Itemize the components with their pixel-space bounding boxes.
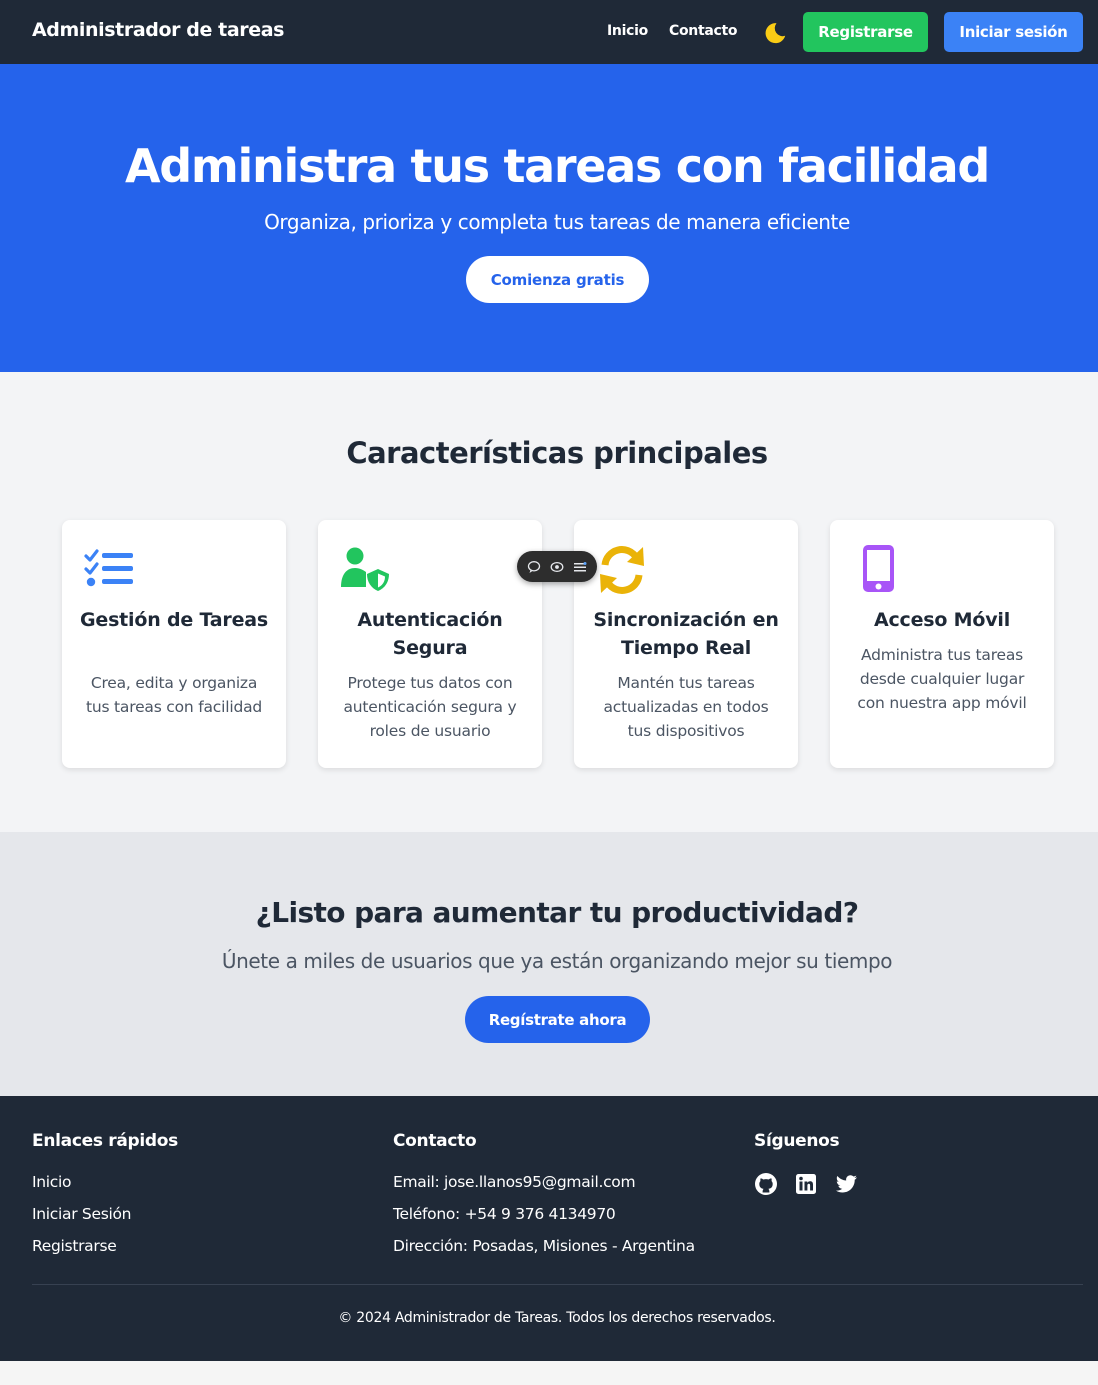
- feature-title: Acceso Móvil: [873, 609, 1011, 631]
- cta-title: ¿Listo para aumentar tu productividad?: [255, 896, 859, 929]
- cta-subtitle: Únete a miles de usuarios que ya están o…: [221, 949, 893, 973]
- task-list-icon: [84, 544, 136, 596]
- register-button[interactable]: Registrarse: [803, 12, 928, 52]
- footer-phone: Teléfono: +54 9 376 4134970: [393, 1205, 616, 1223]
- feature-card-sync: Sincronización en Tiempo Real Mantén tus…: [574, 520, 798, 768]
- register-now-button[interactable]: Regístrate ahora: [465, 996, 650, 1043]
- cta-section: ¿Listo para aumentar tu productividad? Ú…: [0, 832, 1098, 1096]
- mobile-icon: [852, 544, 904, 596]
- footer-contact-title: Contacto: [393, 1131, 477, 1151]
- footer-link-register[interactable]: Registrarse: [32, 1237, 117, 1255]
- feature-card-tasks: Gestión de Tareas Crea, edita y organiza…: [62, 520, 286, 768]
- feature-title: Sincronización en Tiempo Real: [593, 609, 779, 659]
- feature-title: Autenticación Segura: [357, 609, 503, 659]
- features-title: Características principales: [346, 436, 768, 470]
- twitter-icon[interactable]: [834, 1172, 858, 1196]
- start-free-button[interactable]: Comienza gratis: [466, 256, 649, 303]
- nav-link-inicio[interactable]: Inicio: [607, 23, 648, 39]
- features-section: Características principales Gestión de T…: [0, 372, 1098, 832]
- feature-title: Gestión de Tareas: [79, 609, 268, 631]
- github-icon[interactable]: [754, 1172, 778, 1196]
- brand-title[interactable]: Administrador de tareas: [32, 19, 284, 41]
- moon-icon[interactable]: [762, 20, 788, 46]
- footer-email: Email: jose.llanos95@gmail.com: [393, 1173, 636, 1191]
- feature-card-auth: Autenticación Segura Protege tus datos c…: [318, 520, 542, 768]
- hero-subtitle: Organiza, prioriza y completa tus tareas…: [264, 210, 850, 234]
- nav-link-contacto[interactable]: Contacto: [669, 23, 738, 39]
- feature-description: Mantén tus tareas actualizadas en todos …: [603, 674, 769, 740]
- list-icon[interactable]: [572, 559, 588, 575]
- navbar: Administrador de tareas Inicio Contacto …: [0, 0, 1098, 64]
- hero-title: Administra tus tareas con facilidad: [125, 139, 990, 193]
- floating-toolbar: [517, 551, 597, 582]
- sync-icon: [596, 544, 648, 596]
- view-icon[interactable]: [549, 559, 565, 575]
- feature-description: Administra tus tareas desde cualquier lu…: [857, 646, 1027, 712]
- feature-description: Protege tus datos con autenticación segu…: [343, 674, 517, 740]
- footer-link-login[interactable]: Iniciar Sesión: [32, 1205, 132, 1223]
- user-shield-icon: [340, 544, 392, 596]
- feature-card-mobile: Acceso Móvil Administra tus tareas desde…: [830, 520, 1054, 768]
- hero-section: Administra tus tareas con facilidad Orga…: [0, 64, 1098, 372]
- comment-icon[interactable]: [526, 559, 542, 575]
- footer-social-title: Síguenos: [754, 1131, 840, 1151]
- linkedin-icon[interactable]: [794, 1172, 818, 1196]
- footer-divider: [32, 1284, 1083, 1285]
- footer-link-inicio[interactable]: Inicio: [32, 1173, 72, 1191]
- footer-quick-links-title: Enlaces rápidos: [32, 1131, 178, 1151]
- copyright-text: © 2024 Administrador de Tareas. Todos lo…: [338, 1310, 776, 1326]
- footer-address: Dirección: Posadas, Misiones - Argentina: [393, 1237, 695, 1255]
- login-button[interactable]: Iniciar sesión: [944, 12, 1083, 52]
- feature-description: Crea, edita y organiza tus tareas con fa…: [85, 674, 263, 716]
- footer: Enlaces rápidos Inicio Iniciar Sesión Re…: [0, 1096, 1098, 1361]
